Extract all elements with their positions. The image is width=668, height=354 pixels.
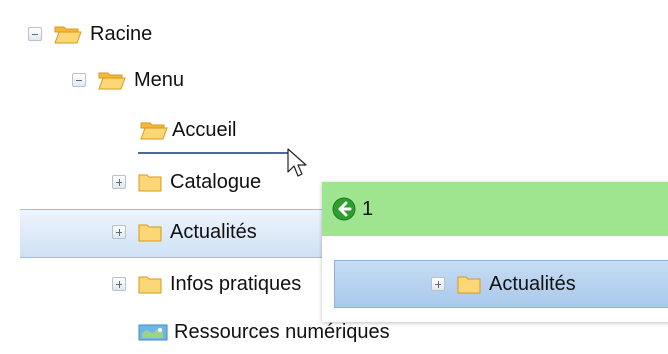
tree-node-accueil[interactable]: Accueil — [140, 108, 236, 152]
tree-panel: Racine Menu Accueil Catalogue Actualités — [0, 0, 668, 354]
tree-node-label: Ressources numériques — [174, 320, 390, 343]
drag-item-label: Actualités — [489, 272, 576, 295]
drag-proxy: 1 Actualités — [322, 182, 668, 322]
expand-toggle-icon — [431, 277, 445, 291]
green-arrow-left-icon — [332, 197, 356, 221]
expand-toggle-icon[interactable] — [112, 175, 126, 189]
tree-node-menu[interactable]: Menu — [72, 58, 184, 102]
tree-node-label: Catalogue — [170, 170, 262, 193]
map-icon — [138, 324, 168, 341]
drop-position-indicator — [138, 152, 290, 154]
folder-open-icon — [54, 26, 82, 44]
drag-status-bar: 1 — [322, 182, 668, 236]
folder-icon — [138, 174, 162, 192]
expand-toggle-icon[interactable] — [112, 277, 126, 291]
folder-open-icon — [98, 72, 126, 90]
expand-toggle-icon[interactable] — [112, 225, 126, 239]
tree-node-label: Menu — [134, 68, 185, 91]
collapse-toggle-icon[interactable] — [28, 27, 42, 41]
tree-node-label: Accueil — [172, 118, 237, 141]
tree-node-label: Actualités — [170, 220, 257, 243]
tree-node-racine[interactable]: Racine — [28, 12, 152, 56]
tree-node-label: Infos pratiques — [170, 272, 302, 295]
folder-icon — [138, 276, 162, 294]
tree-node-label: Racine — [90, 22, 153, 45]
drag-item-count: 1 — [362, 197, 374, 220]
mouse-pointer-icon — [287, 148, 307, 177]
tree-node-catalogue[interactable]: Catalogue — [112, 160, 261, 204]
collapse-toggle-icon[interactable] — [72, 73, 86, 87]
folder-icon — [457, 276, 481, 294]
tree-node-actualites[interactable]: Actualités — [112, 210, 257, 254]
tree-node-infos-pratiques[interactable]: Infos pratiques — [112, 262, 301, 306]
drag-item-row: Actualités — [334, 260, 668, 308]
folder-icon — [138, 224, 162, 242]
folder-open-icon — [140, 122, 168, 140]
